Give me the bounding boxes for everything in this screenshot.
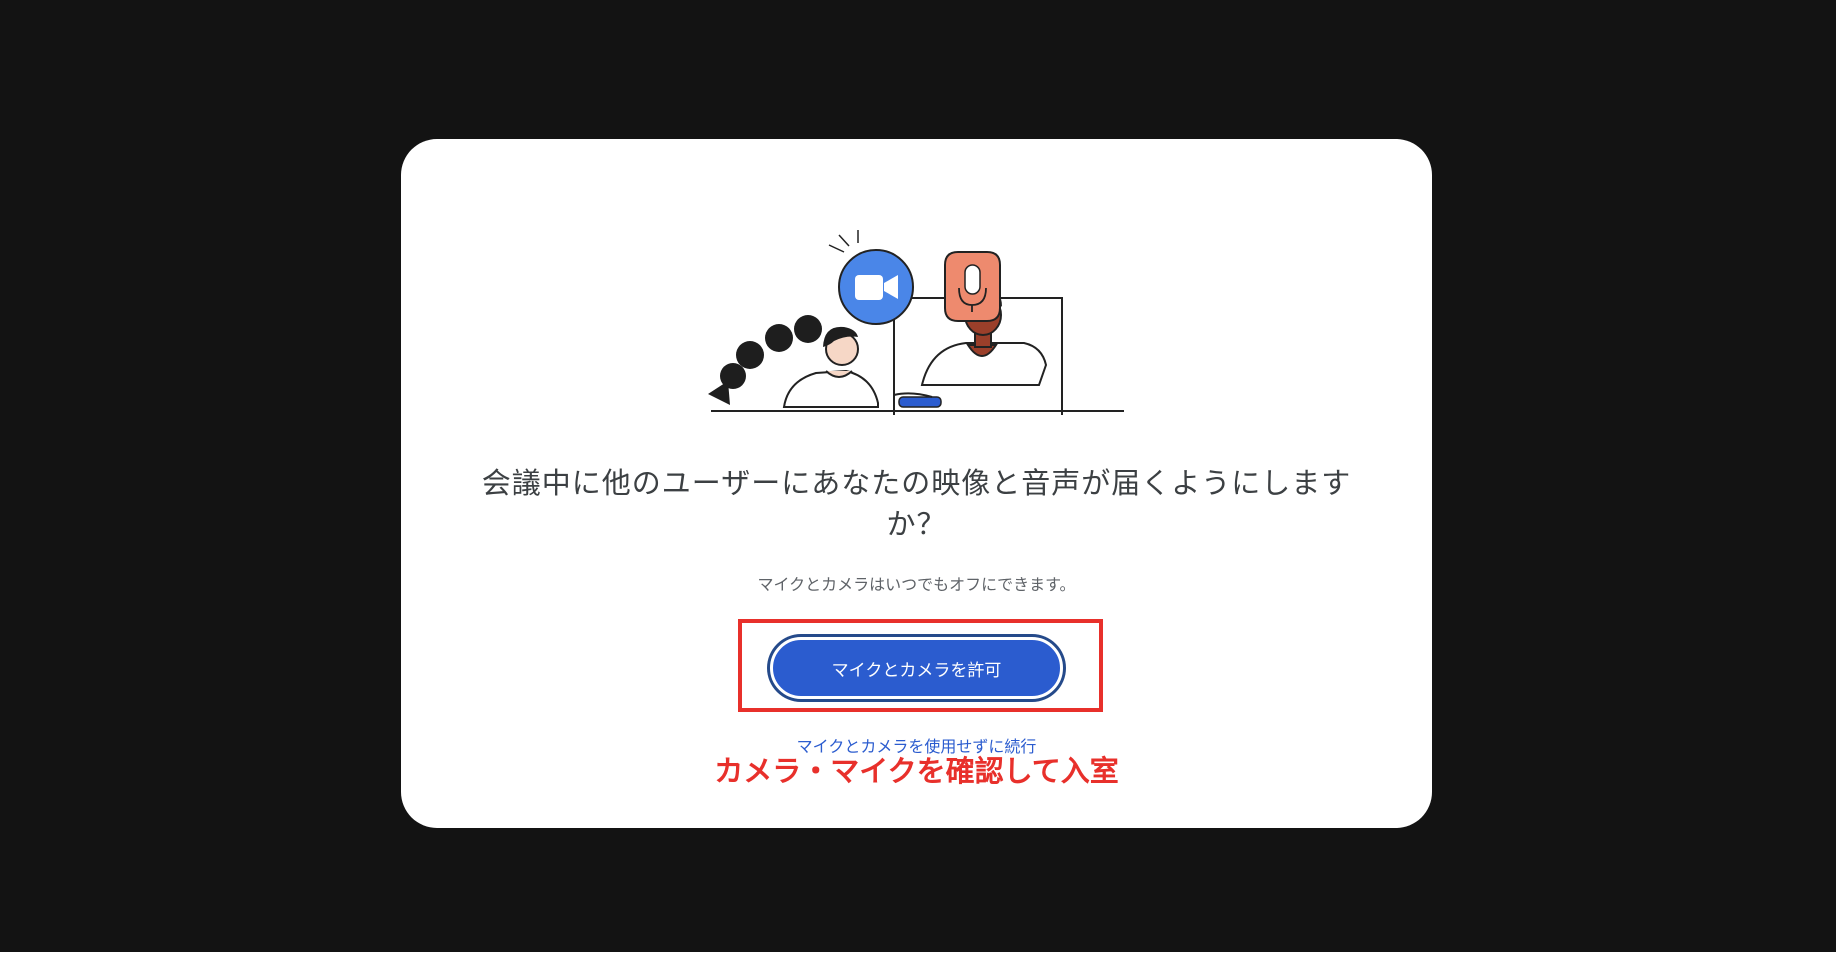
video-call-illustration	[708, 230, 1124, 415]
annotation-caption: カメラ・マイクを確認して入室	[714, 754, 1119, 788]
allow-mic-camera-button[interactable]: マイクとカメラを許可	[770, 637, 1063, 699]
video-camera-icon	[838, 249, 914, 325]
permission-subtext: マイクとカメラはいつでもオフにできます。	[757, 575, 1076, 594]
permission-heading: 会議中に他のユーザーにあなたの映像と音声が届くようにしますか？	[481, 466, 1352, 541]
microphone-icon	[944, 251, 1001, 322]
permission-dialog: 会議中に他のユーザーにあなたの映像と音声が届くようにしますか？ マイクとカメラは…	[401, 139, 1432, 828]
